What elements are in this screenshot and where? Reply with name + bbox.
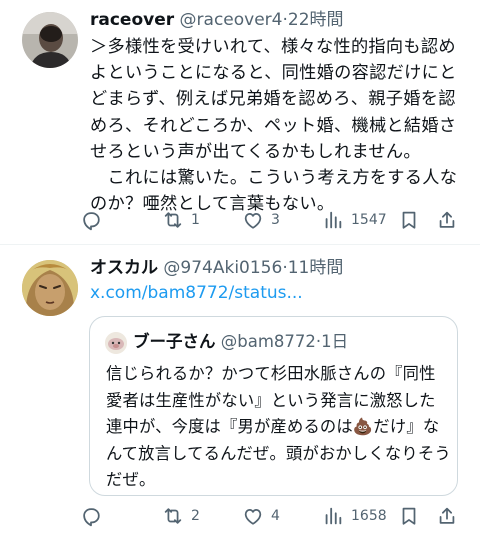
views-count: 1658 xyxy=(351,508,387,524)
bookmark-icon xyxy=(402,507,416,525)
views-icon xyxy=(325,507,342,525)
avatar[interactable] xyxy=(22,260,78,316)
repost-icon xyxy=(164,508,182,524)
quoted-handle: @bam8772 xyxy=(220,332,316,351)
reply-button[interactable] xyxy=(80,206,109,234)
bookmark-button[interactable] xyxy=(398,502,420,530)
like-icon xyxy=(244,508,262,525)
avatar[interactable] xyxy=(22,12,78,68)
repost-button[interactable]: 1 xyxy=(162,206,200,234)
action-bar: 2 4 1658 xyxy=(80,502,470,530)
post[interactable]: raceover @raceover4·22時間 ＞多様性を受けいれて、様々な性… xyxy=(0,0,480,246)
post-text: ＞多様性を受けいれて、様々な性的指向も認めよということになると、同性婚の容認だけ… xyxy=(90,37,458,215)
bookmark-icon xyxy=(402,211,416,229)
like-icon xyxy=(244,212,262,229)
quoted-timestamp: 1日 xyxy=(321,332,349,351)
reply-icon xyxy=(83,212,100,231)
reply-button[interactable] xyxy=(80,502,109,530)
timestamp[interactable]: 11時間 xyxy=(288,258,344,278)
post-divider xyxy=(0,244,480,245)
display-name[interactable]: オスカル xyxy=(90,258,158,278)
quoted-post-card[interactable]: ブー子さん @bam8772·1日 信じられるか？かつて杉田水脈さんの『同性愛者… xyxy=(89,316,458,496)
share-icon xyxy=(439,211,455,228)
quoted-post-link[interactable]: x.com/bam8772/status... xyxy=(90,283,303,303)
repost-button[interactable]: 2 xyxy=(162,502,200,530)
quoted-post-header: ブー子さん @bam8772·1日 xyxy=(133,331,348,353)
like-button[interactable]: 3 xyxy=(242,206,280,234)
share-icon xyxy=(439,507,455,524)
quoted-post-text: 信じられるか？かつて杉田水脈さんの『同性愛者は生産性がない』という発言に激怒した… xyxy=(106,361,451,494)
repost-count: 2 xyxy=(191,508,200,524)
display-name[interactable]: raceover xyxy=(90,10,174,30)
post[interactable]: オスカル @974Aki0156·11時間 x.com/bam8772/stat… xyxy=(0,246,480,536)
handle[interactable]: @974Aki0156 xyxy=(163,258,282,278)
views-button[interactable]: 1547 xyxy=(322,206,387,234)
timestamp[interactable]: 22時間 xyxy=(288,10,344,30)
views-count: 1547 xyxy=(351,212,387,228)
views-button[interactable]: 1658 xyxy=(322,502,387,530)
bookmark-button[interactable] xyxy=(398,206,420,234)
share-button[interactable] xyxy=(436,502,458,530)
repost-count: 1 xyxy=(191,212,200,228)
reply-icon xyxy=(83,508,100,527)
like-count: 4 xyxy=(271,508,280,524)
repost-icon xyxy=(164,212,182,228)
action-bar: 1 3 1547 xyxy=(80,206,470,234)
like-count: 3 xyxy=(271,212,280,228)
like-button[interactable]: 4 xyxy=(242,502,280,530)
views-icon xyxy=(325,211,342,229)
share-button[interactable] xyxy=(436,206,458,234)
quoted-avatar[interactable] xyxy=(105,332,127,354)
post-header: オスカル @974Aki0156·11時間 xyxy=(90,257,343,279)
handle[interactable]: @raceover4 xyxy=(180,10,283,30)
poop-emoji: 💩 xyxy=(352,417,374,437)
post-header: raceover @raceover4·22時間 xyxy=(90,9,344,31)
quoted-display-name: ブー子さん xyxy=(133,332,216,351)
